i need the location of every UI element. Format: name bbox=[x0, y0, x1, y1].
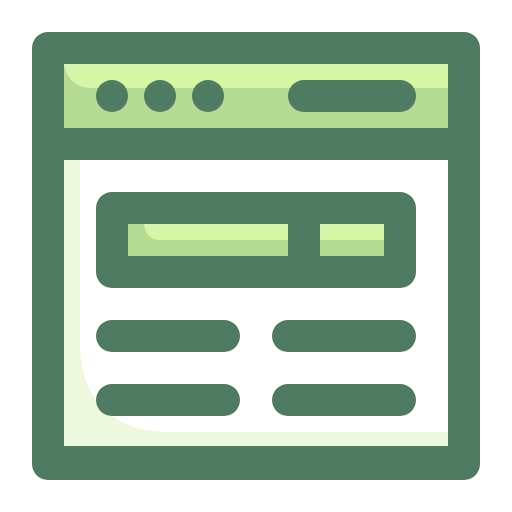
window-dot-3 bbox=[192, 80, 224, 112]
text-line-2 bbox=[272, 320, 416, 352]
text-line-3 bbox=[96, 384, 240, 416]
text-line-1 bbox=[96, 320, 240, 352]
window-dot-1 bbox=[96, 80, 128, 112]
window-dot-2 bbox=[144, 80, 176, 112]
search-button-highlight bbox=[320, 224, 384, 240]
search-input-highlight bbox=[128, 224, 288, 240]
address-bar-pill bbox=[288, 80, 416, 112]
browser-window-icon-stage bbox=[0, 0, 512, 512]
browser-window-icon bbox=[32, 32, 480, 480]
text-line-4 bbox=[272, 384, 416, 416]
